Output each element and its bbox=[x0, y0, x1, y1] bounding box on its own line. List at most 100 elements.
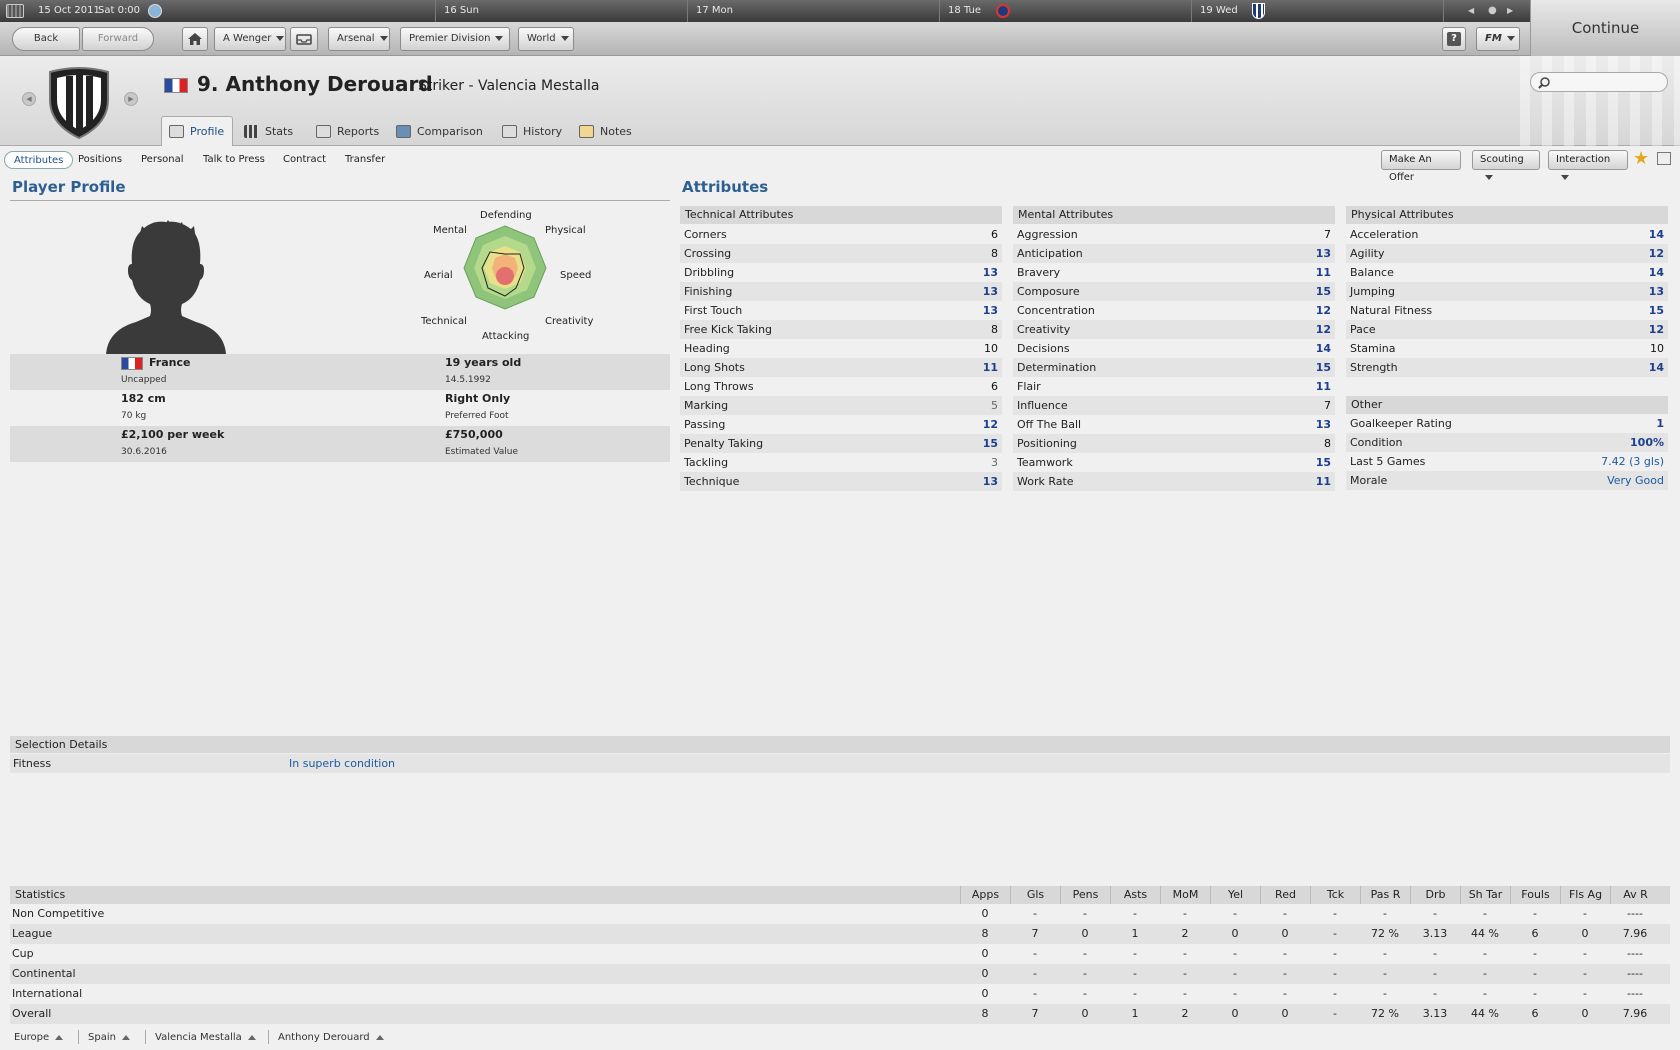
attribute-name[interactable]: Crossing bbox=[684, 247, 731, 260]
attribute-name[interactable]: Stamina bbox=[1350, 342, 1396, 355]
attribute-name[interactable]: Dribbling bbox=[684, 266, 734, 279]
day-17[interactable]: 17 Mon bbox=[687, 0, 939, 22]
attribute-name[interactable]: Heading bbox=[684, 342, 730, 355]
chevron-down-icon bbox=[1561, 174, 1569, 180]
attribute-name[interactable]: Natural Fitness bbox=[1350, 304, 1432, 317]
statistics-column-header[interactable]: Fouls bbox=[1510, 886, 1560, 904]
tab-reports[interactable]: Reports bbox=[308, 116, 388, 146]
statistics-column-header[interactable]: Pens bbox=[1060, 886, 1110, 904]
attribute-name[interactable]: Long Throws bbox=[684, 380, 754, 393]
manager-dropdown[interactable]: A Wenger bbox=[214, 27, 286, 51]
subnav-transfer[interactable]: Transfer bbox=[336, 151, 394, 169]
tab-comparison[interactable]: Comparison bbox=[388, 116, 492, 146]
tab-profile[interactable]: Profile bbox=[161, 116, 234, 146]
attribute-name[interactable]: Aggression bbox=[1017, 228, 1078, 241]
attribute-name[interactable]: Marking bbox=[684, 399, 728, 412]
world-dropdown[interactable]: World bbox=[518, 27, 574, 51]
notes-add-icon[interactable] bbox=[1657, 152, 1671, 165]
attribute-name[interactable]: First Touch bbox=[684, 304, 742, 317]
previous-player-icon[interactable]: ◀ bbox=[22, 92, 36, 106]
nationality[interactable]: France bbox=[149, 356, 190, 369]
player-position-club[interactable]: Striker - Valencia Mestalla bbox=[418, 78, 599, 94]
breadcrumb-item[interactable]: Europe bbox=[14, 1032, 77, 1043]
subnav-attributes[interactable]: Attributes bbox=[4, 151, 74, 169]
fm-menu-button[interactable]: FM bbox=[1476, 27, 1520, 51]
club-dropdown[interactable]: Arsenal bbox=[328, 27, 390, 51]
attribute-name[interactable]: Decisions bbox=[1017, 342, 1070, 355]
continue-button[interactable]: Continue bbox=[1530, 0, 1680, 56]
next-player-icon[interactable]: ▶ bbox=[124, 92, 138, 106]
subnav-positions[interactable]: Positions bbox=[69, 151, 131, 169]
home-button[interactable] bbox=[182, 27, 208, 51]
other-value[interactable]: Very Good bbox=[1607, 471, 1664, 490]
statistics-column-header[interactable]: Drb bbox=[1410, 886, 1460, 904]
attribute-name[interactable]: Pace bbox=[1350, 323, 1376, 336]
interaction-dropdown[interactable]: Interaction bbox=[1548, 150, 1628, 180]
shortlist-star-icon[interactable]: ★ bbox=[1633, 148, 1649, 169]
statistics-column-header[interactable]: Red bbox=[1260, 886, 1310, 904]
attribute-name[interactable]: Jumping bbox=[1350, 285, 1395, 298]
next-arrow-icon[interactable]: ▶ bbox=[1507, 0, 1513, 22]
attribute-name[interactable]: Free Kick Taking bbox=[684, 323, 772, 336]
statistics-column-header[interactable]: Apps bbox=[960, 886, 1010, 904]
day-18[interactable]: 18 Tue bbox=[939, 0, 1191, 22]
attribute-name[interactable]: Finishing bbox=[684, 285, 732, 298]
attribute-name[interactable]: Penalty Taking bbox=[684, 437, 763, 450]
attribute-name[interactable]: Positioning bbox=[1017, 437, 1077, 450]
attribute-name[interactable]: Strength bbox=[1350, 361, 1398, 374]
day-16[interactable]: 16 Sun bbox=[435, 0, 687, 22]
tab-notes[interactable]: Notes bbox=[571, 116, 641, 146]
attribute-name[interactable]: Creativity bbox=[1017, 323, 1070, 336]
prev-arrow-icon[interactable]: ◀ bbox=[1468, 0, 1474, 22]
tab-history[interactable]: History bbox=[494, 116, 571, 146]
breadcrumb-item[interactable]: Anthony Derouard bbox=[278, 1032, 398, 1043]
statistics-column-header[interactable]: MoM bbox=[1160, 886, 1210, 904]
statistics-column-header[interactable]: Asts bbox=[1110, 886, 1160, 904]
scouting-dropdown[interactable]: Scouting bbox=[1472, 150, 1540, 180]
attribute-name[interactable]: Teamwork bbox=[1017, 456, 1073, 469]
attribute-name[interactable]: Balance bbox=[1350, 266, 1394, 279]
attribute-name[interactable]: Anticipation bbox=[1017, 247, 1083, 260]
attribute-name[interactable]: Composure bbox=[1017, 285, 1080, 298]
attribute-name[interactable]: Bravery bbox=[1017, 266, 1060, 279]
statistics-column-header[interactable]: Yel bbox=[1210, 886, 1260, 904]
breadcrumb-item[interactable]: Valencia Mestalla bbox=[155, 1032, 270, 1043]
attribute-name[interactable]: Acceleration bbox=[1350, 228, 1418, 241]
statistics-column-header[interactable]: Av R bbox=[1610, 886, 1660, 904]
attribute-name[interactable]: Technique bbox=[684, 475, 739, 488]
today-dot-icon[interactable]: ● bbox=[1488, 0, 1497, 22]
breadcrumb-item[interactable]: Spain bbox=[88, 1032, 144, 1043]
search-input[interactable] bbox=[1530, 72, 1668, 92]
calendar-icon[interactable] bbox=[6, 4, 24, 18]
attribute-name[interactable]: Influence bbox=[1017, 399, 1068, 412]
attribute-name[interactable]: Agility bbox=[1350, 247, 1385, 260]
statistics-column-header[interactable]: Sh Tar bbox=[1460, 886, 1510, 904]
attribute-name[interactable]: Concentration bbox=[1017, 304, 1095, 317]
attribute-name[interactable]: Tackling bbox=[684, 456, 728, 469]
attribute-name[interactable]: Off The Ball bbox=[1017, 418, 1081, 431]
attribute-name[interactable]: Work Rate bbox=[1017, 475, 1074, 488]
subnav-personal[interactable]: Personal bbox=[132, 151, 193, 169]
attribute-name[interactable]: Corners bbox=[684, 228, 727, 241]
back-button[interactable]: Back bbox=[12, 27, 80, 51]
statistics-column-header[interactable]: Tck bbox=[1310, 886, 1360, 904]
fitness-value[interactable]: In superb condition bbox=[289, 754, 395, 773]
inbox-button[interactable] bbox=[290, 27, 318, 51]
attribute-name[interactable]: Flair bbox=[1017, 380, 1041, 393]
tab-stats[interactable]: Stats bbox=[236, 116, 302, 146]
statistics-column-header[interactable]: Fls Ag bbox=[1560, 886, 1610, 904]
statistics-column-header[interactable]: Pas R bbox=[1360, 886, 1410, 904]
league-dropdown[interactable]: Premier Division bbox=[400, 27, 510, 51]
make-offer-button[interactable]: Make An Offer bbox=[1381, 150, 1461, 183]
attribute-name[interactable]: Determination bbox=[1017, 361, 1096, 374]
day-19[interactable]: 19 Wed bbox=[1191, 0, 1443, 22]
club-crest-icon[interactable] bbox=[46, 66, 112, 140]
subnav-contract[interactable]: Contract bbox=[274, 151, 335, 169]
attribute-name[interactable]: Long Shots bbox=[684, 361, 745, 374]
other-value[interactable]: 7.42 (3 gls) bbox=[1601, 452, 1664, 471]
subnav-talk-to-press[interactable]: Talk to Press bbox=[194, 151, 274, 169]
attribute-name[interactable]: Passing bbox=[684, 418, 725, 431]
forward-button[interactable]: Forward bbox=[82, 27, 154, 51]
statistics-column-header[interactable]: Gls bbox=[1010, 886, 1060, 904]
help-button[interactable]: ? bbox=[1442, 27, 1466, 51]
